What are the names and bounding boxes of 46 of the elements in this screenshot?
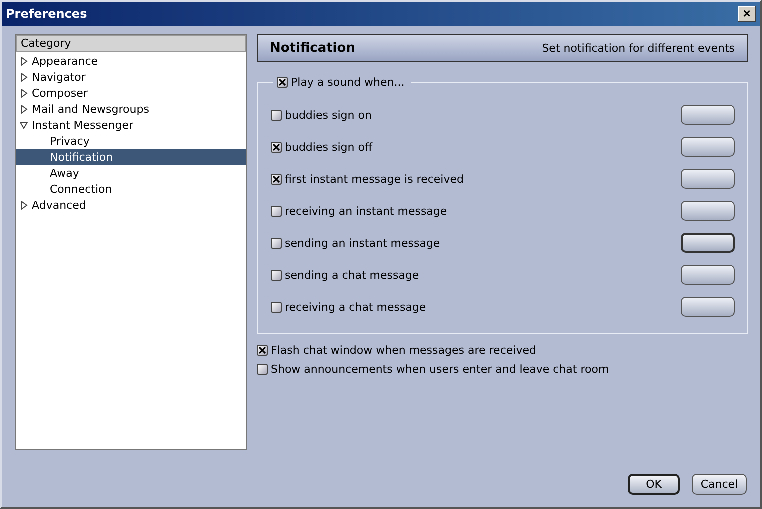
checkbox-label: receiving an instant message [285,204,448,218]
checkbox[interactable] [271,270,282,280]
checkbox-label: buddies sign off [285,140,373,154]
collapsed-arrow-icon[interactable] [20,200,28,210]
checkbox[interactable] [271,110,282,120]
tree-item[interactable]: Instant Messenger [16,117,246,133]
checkbox[interactable] [257,345,268,356]
tree-item[interactable]: Navigator [16,69,246,85]
sound-button[interactable] [681,297,735,317]
panel-title: Notification [270,40,356,56]
checkbox-label: first instant message is received [285,172,464,186]
sound-button[interactable] [681,137,735,157]
checkbox-label: Show announcements when users enter and leave chat room [271,363,610,376]
close-button[interactable]: × [738,6,756,22]
expanded-arrow-icon[interactable] [20,120,28,130]
tree-item[interactable]: Away [16,165,246,181]
checkbox[interactable] [277,77,288,88]
checkbox[interactable] [271,238,282,248]
panel-subtitle: Set notification for different events [542,42,735,54]
checkbox[interactable] [271,142,282,152]
tree-item[interactable]: Appearance [16,53,246,69]
tree-item[interactable]: Privacy [16,133,246,149]
checkbox-label: receiving a chat message [285,300,426,314]
checkbox-label: sending an instant message [285,236,440,250]
window-title: Preferences [6,7,88,21]
sound-button[interactable] [681,201,735,221]
tree-item[interactable]: Notification [16,149,246,165]
checkbox[interactable] [271,174,282,184]
cancel-button[interactable]: Cancel [692,474,747,495]
sound-button[interactable] [681,105,735,125]
checkbox-label: sending a chat message [285,268,420,282]
ok-button[interactable]: OK [628,474,680,495]
tree-item[interactable]: Mail and Newsgroups [16,101,246,117]
tree-item[interactable]: Composer [16,85,246,101]
sound-button[interactable] [681,265,735,285]
column-header: Category [16,35,246,52]
checkbox-label: Play a sound when... [291,76,405,89]
checkbox[interactable] [271,302,282,312]
checkbox-label: Flash chat window when messages are received [271,344,536,357]
checkbox-label: buddies sign on [285,108,372,122]
checkbox[interactable] [271,206,282,216]
checkbox[interactable] [257,364,268,375]
sound-button[interactable] [681,233,735,253]
tree-item[interactable]: Connection [16,181,246,197]
tree-item[interactable]: Advanced [16,197,246,213]
sound-button[interactable] [681,169,735,189]
